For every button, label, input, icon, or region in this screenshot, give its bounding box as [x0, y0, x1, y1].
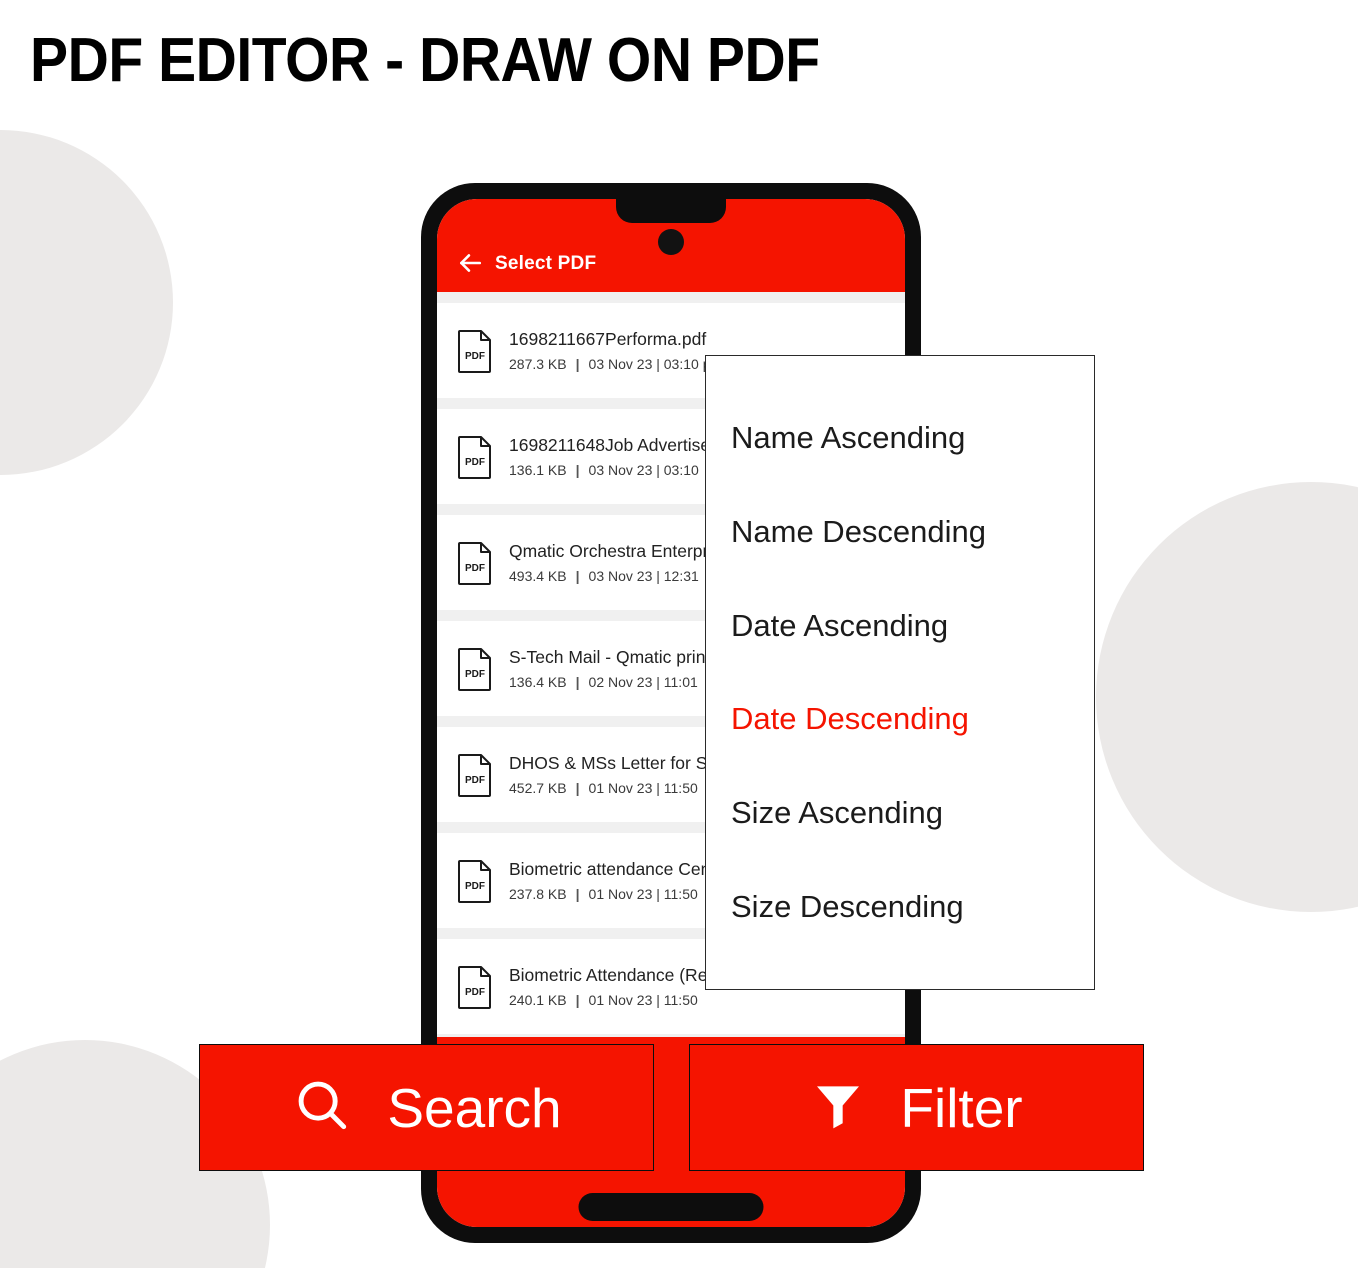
app-bar-divider — [437, 292, 905, 303]
file-size: 136.1 KB — [509, 461, 567, 478]
list-item-text: DHOS & MSs Letter for Su 452.7 KB | 01 N… — [509, 750, 717, 800]
file-date: 01 Nov 23 | 11:50 — [588, 779, 698, 796]
svg-text:PDF: PDF — [465, 775, 485, 786]
file-size: 493.4 KB — [509, 567, 567, 584]
filter-button-label: Filter — [900, 1076, 1023, 1139]
pdf-file-icon: PDF — [457, 647, 493, 691]
phone-notch — [616, 199, 726, 223]
sort-option-name-ascending[interactable]: Name Ascending — [706, 418, 1094, 458]
file-meta: 136.1 KB | 03 Nov 23 | 03:10 — [509, 458, 710, 482]
meta-separator: | — [575, 567, 580, 584]
svg-text:PDF: PDF — [465, 881, 485, 892]
file-meta: 237.8 KB | 01 Nov 23 | 11:50 — [509, 882, 710, 906]
list-item-text: 1698211667Performa.pdf 287.3 KB | 03 Nov… — [509, 326, 722, 376]
file-name: 1698211648Job Advertise — [509, 434, 711, 455]
app-bar-title: Select PDF — [495, 253, 597, 274]
file-meta: 493.4 KB | 03 Nov 23 | 12:31 — [509, 564, 712, 588]
file-date: 01 Nov 23 | 11:50 — [588, 885, 698, 902]
meta-separator: | — [575, 355, 580, 372]
search-button-label: Search — [387, 1076, 562, 1139]
file-name: Qmatic Orchestra Enterpri — [509, 540, 713, 561]
file-meta: 136.4 KB | 02 Nov 23 | 11:01 — [509, 670, 710, 694]
svg-text:PDF: PDF — [465, 351, 485, 362]
list-item-text: S-Tech Mail - Qmatic print 136.4 KB | 02… — [509, 644, 710, 694]
sort-dropdown-menu[interactable]: Name Ascending Name Descending Date Asce… — [705, 355, 1095, 990]
list-item-text: 1698211648Job Advertise 136.1 KB | 03 No… — [509, 432, 710, 482]
meta-separator: | — [575, 991, 580, 1008]
file-meta: 287.3 KB | 03 Nov 23 | 03:10 pm — [509, 352, 722, 376]
pdf-file-icon: PDF — [457, 541, 493, 585]
filter-funnel-icon — [810, 1077, 866, 1138]
search-button[interactable]: Search — [199, 1044, 654, 1171]
svg-text:PDF: PDF — [465, 563, 485, 574]
meta-separator: | — [575, 885, 580, 902]
meta-separator: | — [575, 779, 580, 796]
sort-option-size-ascending[interactable]: Size Ascending — [706, 793, 1094, 833]
file-date: 02 Nov 23 | 11:01 — [588, 673, 698, 690]
file-size: 237.8 KB — [509, 885, 567, 902]
meta-separator: | — [575, 673, 580, 690]
pdf-file-icon: PDF — [457, 329, 493, 373]
filter-button[interactable]: Filter — [689, 1044, 1144, 1171]
file-date: 01 Nov 23 | 11:50 — [588, 991, 698, 1008]
sort-option-date-ascending[interactable]: Date Ascending — [706, 606, 1094, 646]
svg-text:PDF: PDF — [465, 987, 485, 998]
list-item-text: Qmatic Orchestra Enterpri 493.4 KB | 03 … — [509, 538, 712, 588]
file-size: 240.1 KB — [509, 991, 567, 1008]
file-size: 452.7 KB — [509, 779, 567, 796]
page-title: PDF EDITOR - DRAW ON PDF — [30, 26, 820, 95]
search-icon — [291, 1074, 353, 1141]
file-meta: 452.7 KB | 01 Nov 23 | 11:50 — [509, 776, 717, 800]
home-indicator-pill — [578, 1193, 764, 1221]
front-camera-icon — [658, 229, 684, 255]
list-item-text: Biometric Attendance (Re 240.1 KB | 01 N… — [509, 962, 707, 1012]
file-name: Biometric attendance Cen — [509, 858, 711, 879]
file-meta: 240.1 KB | 01 Nov 23 | 11:50 — [509, 988, 707, 1012]
file-size: 136.4 KB — [509, 673, 567, 690]
file-date: 03 Nov 23 | 03:10 pm — [588, 355, 723, 372]
decorative-circle-right — [1096, 482, 1358, 912]
list-item-text: Biometric attendance Cen 237.8 KB | 01 N… — [509, 856, 710, 906]
sort-option-size-descending[interactable]: Size Descending — [706, 887, 1094, 927]
svg-text:PDF: PDF — [465, 457, 485, 468]
file-size: 287.3 KB — [509, 355, 567, 372]
file-date: 03 Nov 23 | 12:31 — [588, 567, 699, 584]
sort-option-name-descending[interactable]: Name Descending — [706, 512, 1094, 552]
sort-option-date-descending[interactable]: Date Descending — [706, 699, 1094, 739]
decorative-circle-left — [0, 130, 173, 475]
file-name: S-Tech Mail - Qmatic print — [509, 646, 711, 667]
pdf-file-icon: PDF — [457, 753, 493, 797]
file-name: Biometric Attendance (Re — [509, 964, 708, 985]
file-date: 03 Nov 23 | 03:10 — [588, 461, 699, 478]
svg-text:PDF: PDF — [465, 669, 485, 680]
pdf-file-icon: PDF — [457, 859, 493, 903]
arrow-left-icon[interactable] — [457, 250, 483, 276]
pdf-file-icon: PDF — [457, 965, 493, 1009]
file-name: 1698211667Performa.pdf — [509, 328, 707, 349]
meta-separator: | — [575, 461, 580, 478]
pdf-file-icon: PDF — [457, 435, 493, 479]
file-name: DHOS & MSs Letter for Su — [509, 752, 718, 773]
